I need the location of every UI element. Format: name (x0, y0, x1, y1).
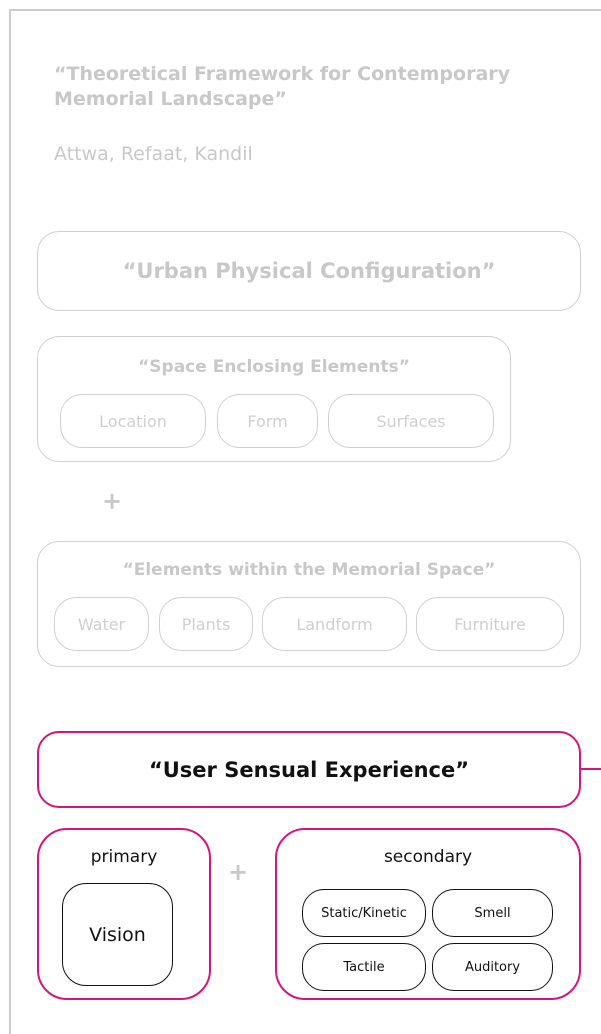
within-space-label: “Elements within the Memorial Space” (122, 560, 496, 580)
pill-surfaces: Surfaces (328, 394, 494, 448)
pill-form: Form (217, 394, 318, 448)
pill-static-kinetic: Static/Kinetic (302, 889, 426, 937)
pill-tactile: Tactile (302, 943, 426, 991)
pill-location: Location (60, 394, 206, 448)
frame-line-left (9, 9, 11, 1034)
user-sensual-box: “User Sensual Experience” (37, 731, 581, 808)
primary-label: primary (90, 847, 158, 867)
secondary-label: secondary (383, 847, 473, 867)
frame-line-top (9, 9, 601, 11)
connector-line (581, 768, 601, 770)
urban-physical-box: “Urban Physical Configuration” (37, 231, 581, 311)
user-sensual-label: “User Sensual Experience” (148, 757, 470, 782)
diagram-canvas: “Theoretical Framework for Contemporary … (0, 0, 601, 1034)
plus-sign-sensual: + (228, 858, 249, 886)
plus-sign-urban: + (102, 487, 123, 515)
pill-smell: Smell (432, 889, 553, 937)
pill-vision: Vision (62, 883, 173, 986)
pill-furniture: Furniture (416, 597, 564, 651)
framework-title: “Theoretical Framework for Contemporary … (54, 63, 511, 110)
authors: Attwa, Refaat, Kandil (54, 143, 253, 165)
pill-plants: Plants (159, 597, 253, 651)
urban-physical-label: “Urban Physical Configuration” (122, 259, 496, 283)
pill-water: Water (54, 597, 149, 651)
space-enclosing-label: “Space Enclosing Elements” (138, 357, 410, 377)
pill-auditory: Auditory (432, 943, 553, 991)
pill-landform: Landform (262, 597, 407, 651)
